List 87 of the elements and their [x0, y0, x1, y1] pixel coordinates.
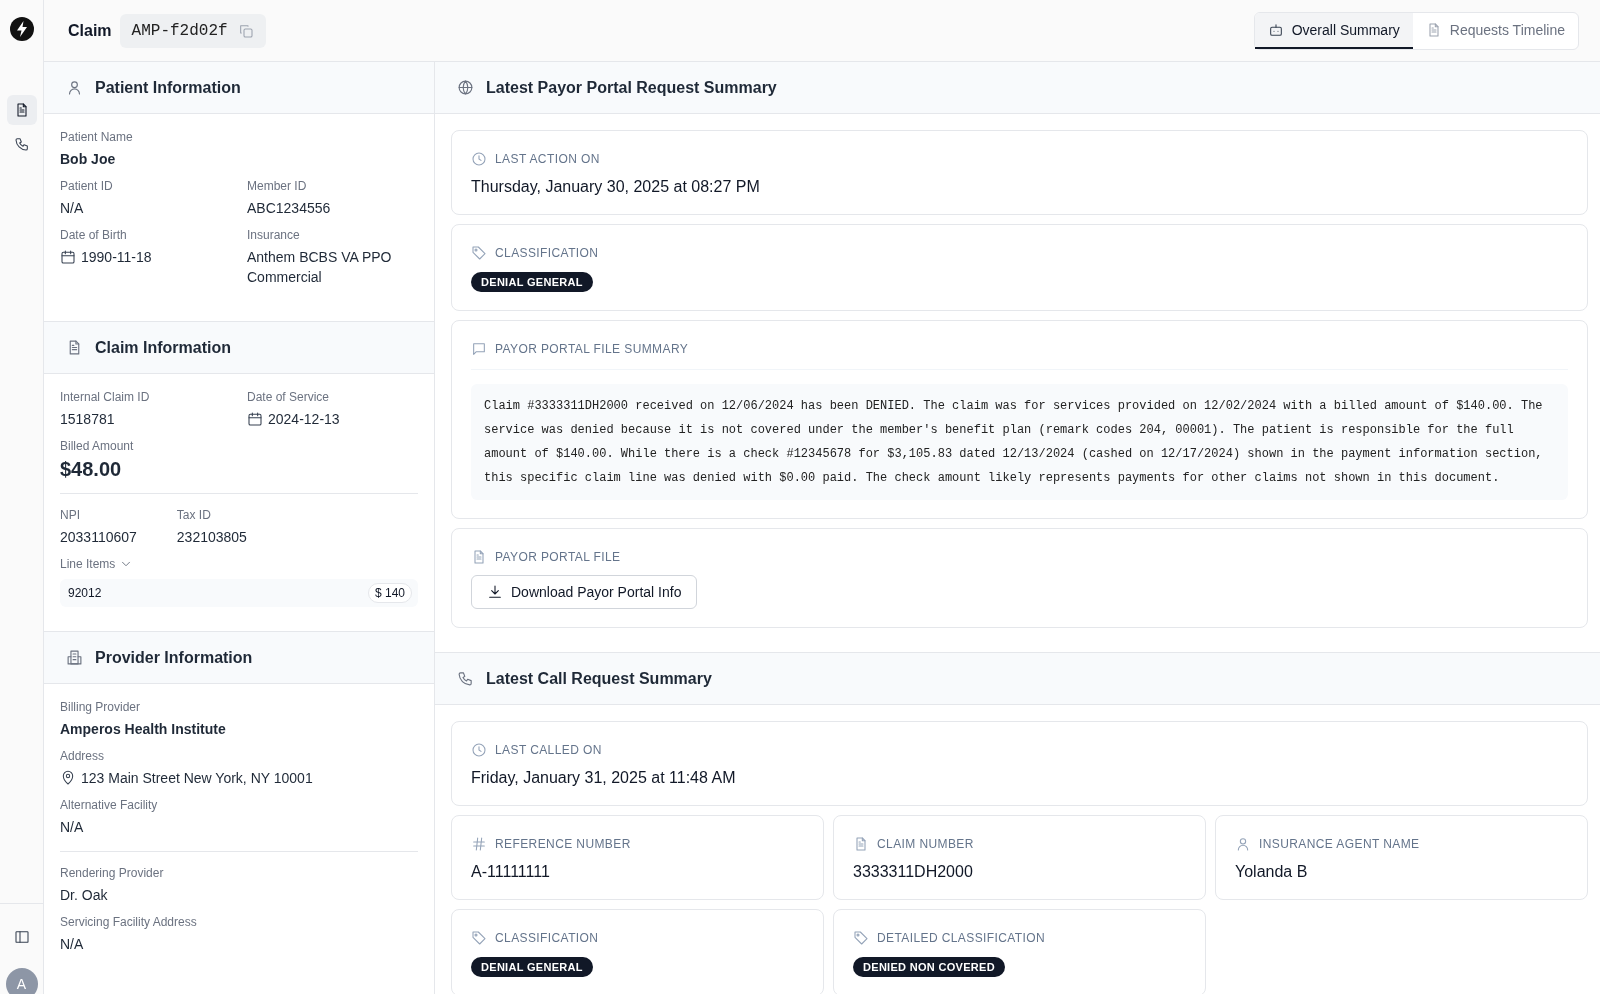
field-value: $48.00 [60, 459, 122, 479]
field-label: Patient Name [60, 130, 134, 144]
document-icon [853, 836, 869, 852]
field-label: NPI [60, 508, 81, 522]
phone-icon [457, 670, 474, 687]
nav-button[interactable] [6, 95, 37, 125]
logo-icon[interactable] [9, 17, 34, 41]
copy-icon [237, 22, 254, 39]
card-value: 3333311DH2000 [853, 863, 974, 881]
card-label: PAYOR PORTAL FILE [495, 550, 621, 564]
line-items-toggle[interactable]: Line Items [60, 557, 134, 571]
hash-icon [471, 836, 487, 852]
section-title: Latest Call Request Summary [486, 669, 712, 688]
download-icon [487, 584, 503, 600]
download-button[interactable]: Download Payor Portal Info [471, 575, 698, 609]
clock-icon [471, 742, 487, 758]
card-value: Thursday, January 30, 2025 at 08:27 PM [471, 178, 761, 196]
field-value: 232103805 [176, 528, 247, 547]
field-value: Dr. Oak [60, 886, 108, 905]
field-label: Alternative Facility [60, 798, 159, 812]
card-label: INSURANCE AGENT NAME [1259, 837, 1420, 851]
card-label: CLASSIFICATION [495, 931, 599, 945]
card-label: CLASSIFICATION [495, 246, 599, 260]
document-icon [471, 549, 487, 565]
field-label: Patient ID [60, 179, 114, 193]
classification-badge: DENIED NON COVERED [853, 957, 1005, 977]
calendar-icon [247, 411, 263, 427]
card-value: A-11111111 [471, 863, 551, 881]
message-icon [471, 341, 487, 357]
field-value: 1518781 [60, 410, 115, 429]
person-icon [1235, 836, 1251, 852]
field-value: Bob Joe [60, 150, 116, 169]
field-label: Billed Amount [60, 439, 135, 453]
globe-icon [457, 79, 474, 96]
field-label: Tax ID [176, 508, 212, 522]
view-tab[interactable]: Requests Timeline [1412, 12, 1578, 49]
section-title: Claim Information [95, 338, 231, 357]
card-label: LAST CALLED ON [495, 743, 602, 757]
tag-icon [471, 245, 487, 261]
field-value: Amperos Health Institute [60, 720, 226, 739]
phone-icon [13, 136, 30, 152]
field-label: Insurance [247, 228, 301, 242]
field-value: N/A [60, 199, 84, 218]
field-label: Servicing Facility Address [60, 915, 198, 929]
card-label: CLAIM NUMBER [877, 837, 974, 851]
field-label: Member ID [247, 179, 308, 193]
card-label: REFERENCE NUMBER [495, 837, 631, 851]
sidebar-toggle-icon [13, 929, 30, 945]
card-label: LAST ACTION ON [495, 152, 600, 166]
field-value: 2033110607 [60, 528, 137, 547]
field-label: Internal Claim ID [60, 390, 151, 404]
summary-text: Claim #3333311DH2000 received on 12/06/2024 has been DENIED. The claim was for services provided on 12/02/2024 with a billed amount of $140.00. The service was denied because it is not covered under the member's benefit plan (remark codes 204, 00001). The patient is responsible for the full amount of $140.00. While there is a check #12345678 for $3,105.83 dated 12/13/2024 (cashed on 12/17/2024) shown in the payment information section, this specific claim line was denied with $0.00 paid. The check amount likely represents payments for other claims not shown in this document. [471, 384, 1568, 500]
claim-id: AMP-f2d02f [131, 21, 228, 40]
field-label: Address [60, 749, 106, 763]
clock-icon [471, 151, 487, 167]
card-label: DETAILED CLASSIFICATION [877, 931, 1046, 945]
section-title: Latest Payor Portal Request Summary [486, 78, 777, 97]
calendar-icon [60, 249, 76, 265]
user-avatar[interactable]: A [5, 968, 38, 994]
section-title: Patient Information [95, 78, 241, 97]
field-value: 123 Main Street New York, NY 10001 [81, 769, 313, 788]
field-value: Anthem BCBS VA PPO Commercial [247, 248, 393, 287]
building-icon [66, 649, 83, 666]
line-item-amount: $ 140 [367, 583, 412, 603]
line-item-code: 92012 [68, 586, 102, 600]
tag-icon [471, 930, 487, 946]
field-label: Date of Birth [60, 228, 128, 242]
robot-icon [1267, 21, 1284, 38]
field-value: 2024-12-13 [268, 410, 340, 429]
person-icon [66, 79, 83, 96]
classification-badge: DENIAL GENERAL [471, 272, 593, 292]
page-title: Claim [68, 21, 112, 40]
field-value: N/A [60, 818, 84, 837]
card-value: Yolanda B [1235, 863, 1309, 881]
field-value: N/A [60, 935, 84, 954]
view-tab[interactable]: Overall Summary [1254, 12, 1413, 49]
field-value: ABC1234556 [247, 199, 331, 218]
field-value: 1990-11-18 [81, 248, 152, 267]
field-label: Date of Service [247, 390, 331, 404]
field-label: Rendering Provider [60, 866, 165, 880]
field-label: Billing Provider [60, 700, 142, 714]
card-label: PAYOR PORTAL FILE SUMMARY [495, 342, 689, 356]
location-pin-icon [60, 770, 76, 786]
tag-icon [853, 930, 869, 946]
card-value: Friday, January 31, 2025 at 11:48 AM [471, 769, 737, 787]
classification-badge: DENIAL GENERAL [471, 957, 593, 977]
section-title: Provider Information [95, 648, 253, 667]
